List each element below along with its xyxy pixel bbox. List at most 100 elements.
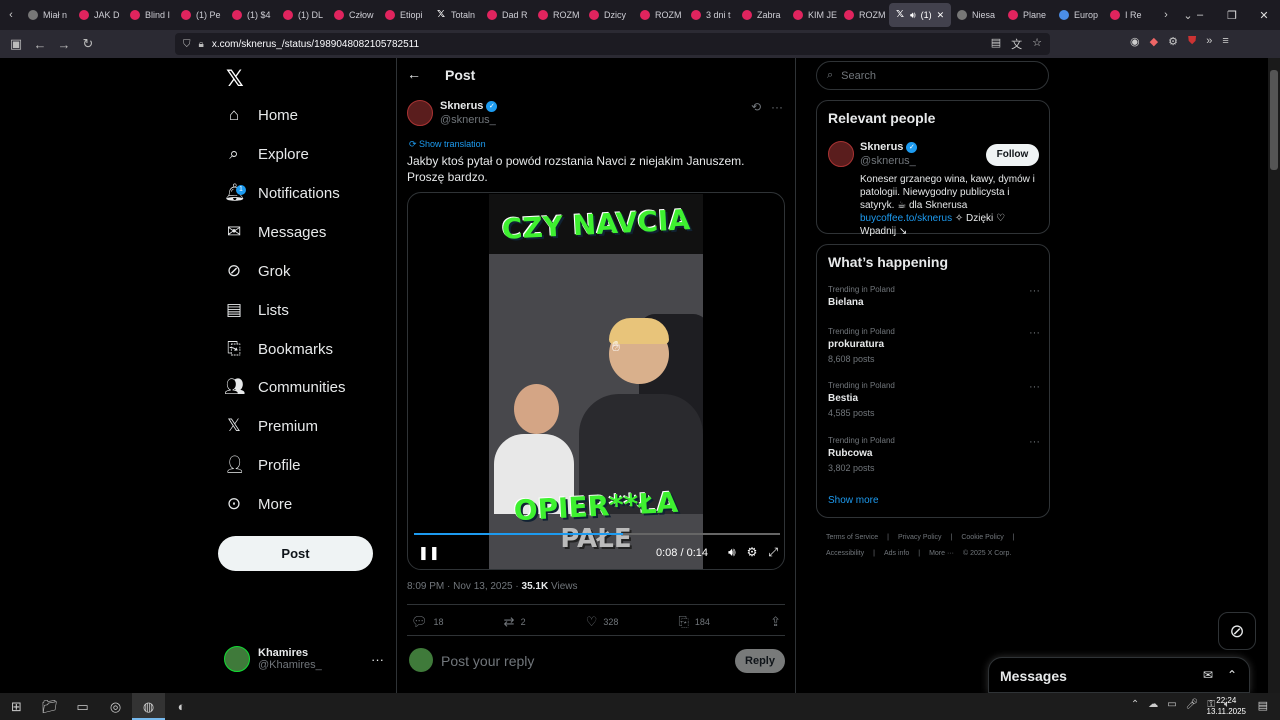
tab-label[interactable]: Człow bbox=[349, 10, 374, 20]
tab-label[interactable]: Zabra bbox=[757, 10, 781, 20]
more-icon[interactable]: ··· bbox=[1029, 381, 1040, 393]
video-frame[interactable]: CZY NAVCIA OPIER**ŁA PAŁE bbox=[489, 194, 703, 569]
tab-label[interactable]: KIM JE bbox=[808, 10, 837, 20]
browser-tab[interactable]: Europ bbox=[1053, 3, 1104, 27]
tab-label[interactable]: Niesa bbox=[972, 10, 995, 20]
url-text[interactable]: x.com/sknerus_/status/198904808210578251… bbox=[212, 39, 419, 50]
sidebar-item-grok[interactable]: ⊘ Grok bbox=[224, 256, 291, 286]
search-input[interactable]: ⌕ Search bbox=[816, 61, 1049, 90]
close-window-icon[interactable]: ✕ bbox=[1248, 9, 1280, 22]
search-placeholder[interactable]: Search bbox=[841, 70, 876, 82]
expand-up-icon[interactable]: ⌃ bbox=[1227, 668, 1237, 682]
fox-extension-icon[interactable]: ◆ bbox=[1150, 35, 1158, 48]
system-clock[interactable]: 22:24 13.11.2025 bbox=[1207, 695, 1246, 717]
avatar[interactable] bbox=[828, 141, 854, 167]
translate-icon[interactable]: 文 bbox=[1011, 36, 1022, 52]
extensions-icon[interactable]: ⚙ bbox=[1168, 35, 1178, 48]
browser-tab[interactable]: Blind I bbox=[124, 3, 175, 27]
video-progress-bar[interactable] bbox=[414, 533, 780, 535]
browser-tab[interactable]: ROZM bbox=[838, 3, 889, 27]
tab-label[interactable]: JAK D bbox=[94, 10, 120, 20]
sidebar-item-communities[interactable]: 👥︎ Communities bbox=[224, 372, 346, 402]
footer-link[interactable]: © 2025 X Corp. bbox=[963, 546, 1011, 562]
tab-label[interactable]: Plane bbox=[1023, 10, 1046, 20]
tab-label[interactable]: 3 dni t bbox=[706, 10, 731, 20]
reader-view-icon[interactable]: ▤ bbox=[991, 36, 1001, 52]
sidebar-item-home[interactable]: ⌂ Home bbox=[224, 100, 298, 130]
relevant-person-name-text[interactable]: Sknerus bbox=[860, 141, 903, 153]
show-more-link[interactable]: Show more bbox=[828, 495, 879, 506]
browser-app-icon[interactable]: ◐ bbox=[165, 693, 198, 720]
browser-tab[interactable]: Etiopi bbox=[379, 3, 430, 27]
shield-icon[interactable]: ⛉ bbox=[183, 39, 191, 50]
fullscreen-icon[interactable]: ⤢ bbox=[768, 545, 778, 560]
trend-item[interactable]: Trending in Poland Bestia 4,585 posts ··· bbox=[828, 381, 1040, 418]
app-window-icon[interactable]: ▭ bbox=[66, 693, 99, 720]
tab-label[interactable]: Europ bbox=[1074, 10, 1098, 20]
reload-icon[interactable]: ↻ bbox=[76, 36, 100, 52]
tab-scroll-left-icon[interactable]: ‹ bbox=[0, 9, 22, 21]
post-timestamp[interactable]: 8:09 PM · Nov 13, 2025 · bbox=[407, 581, 522, 592]
author-name-text[interactable]: Sknerus bbox=[440, 100, 483, 112]
hamburger-menu-icon[interactable]: ≡ bbox=[1222, 35, 1228, 48]
vpn-extension-icon[interactable]: ◉ bbox=[1130, 35, 1140, 48]
sidebar-item-explore[interactable]: ⌕ Explore bbox=[224, 139, 309, 169]
browser-tab[interactable]: Zabra bbox=[736, 3, 787, 27]
browser-tab[interactable]: JAK D bbox=[73, 3, 124, 27]
back-arrow-icon[interactable]: ← bbox=[407, 66, 421, 82]
reply-submit-button[interactable]: Reply bbox=[735, 649, 785, 673]
browser-tab[interactable]: KIM JE bbox=[787, 3, 838, 27]
bio-link[interactable]: buycoffee.to/sknerus bbox=[860, 213, 952, 224]
post-button[interactable]: Post bbox=[218, 536, 373, 571]
footer-link[interactable]: Accessibility bbox=[826, 546, 864, 562]
settings-gear-icon[interactable]: ⚙ bbox=[747, 545, 758, 560]
browser-tab[interactable]: 3 dni t bbox=[685, 3, 736, 27]
more-icon[interactable]: ··· bbox=[1029, 285, 1040, 297]
audio-playing-icon[interactable]: 🔊︎ bbox=[910, 10, 916, 21]
scrollbar-thumb[interactable] bbox=[1270, 70, 1278, 170]
reply-button[interactable]: 💬︎ 18 bbox=[411, 614, 444, 630]
browser-tab[interactable]: Dad R bbox=[481, 3, 532, 27]
sidebar-item-notifications[interactable]: 🔔︎ 1 Notifications bbox=[224, 178, 340, 208]
trend-item[interactable]: Trending in Poland Bielana ··· bbox=[828, 285, 1040, 312]
sidebar-item-more[interactable]: ⊙ More bbox=[224, 489, 292, 519]
share-button[interactable]: ⇪ bbox=[770, 614, 781, 630]
start-windows-icon[interactable]: ⊞ bbox=[0, 693, 33, 720]
tab-label[interactable]: (1) bbox=[921, 10, 932, 20]
footer-link[interactable]: More ··· bbox=[929, 546, 954, 562]
show-translation-link[interactable]: ⟳ Show translation bbox=[409, 139, 486, 150]
ublock-extension-icon[interactable]: ⛊ bbox=[1188, 35, 1196, 48]
file-explorer-icon[interactable]: 📁︎ bbox=[33, 693, 66, 720]
steam-icon[interactable]: ◎ bbox=[99, 693, 132, 720]
tab-label[interactable]: Blind I bbox=[145, 10, 170, 20]
tab-label[interactable]: Totaln bbox=[451, 10, 475, 20]
minimize-icon[interactable]: – bbox=[1184, 9, 1216, 21]
sidebar-toggle-icon[interactable]: ▣ bbox=[4, 36, 28, 52]
tab-label[interactable]: I Re bbox=[1125, 10, 1142, 20]
firefox-icon[interactable]: ◍ bbox=[132, 693, 165, 720]
follow-button[interactable]: Follow bbox=[986, 144, 1039, 166]
page-scrollbar[interactable] bbox=[1268, 58, 1280, 693]
restore-icon[interactable]: ❐ bbox=[1216, 9, 1248, 22]
tab-label[interactable]: (1) DL bbox=[298, 10, 323, 20]
footer-link[interactable]: Privacy Policy bbox=[898, 530, 942, 546]
footer-link[interactable]: Terms of Service bbox=[826, 530, 878, 546]
more-icon[interactable]: ··· bbox=[771, 100, 783, 114]
author-handle[interactable]: @sknerus_ bbox=[440, 114, 496, 126]
sidebar-item-profile[interactable]: 👤︎ Profile bbox=[224, 450, 301, 480]
volume-icon[interactable]: 🔊︎ bbox=[728, 545, 736, 560]
browser-tab[interactable]: ROZM bbox=[532, 3, 583, 27]
author-name[interactable]: Sknerus ✓ bbox=[440, 100, 498, 112]
close-tab-icon[interactable]: ✕ bbox=[937, 10, 945, 21]
browser-tab[interactable]: Niesa bbox=[951, 3, 1002, 27]
browser-tab[interactable]: (1) Pe bbox=[175, 3, 226, 27]
trend-item[interactable]: Trending in Poland Rubcowa 3,802 posts ··· bbox=[828, 436, 1040, 473]
sidebar-item-bookmarks[interactable]: ⎘ Bookmarks bbox=[224, 334, 333, 364]
pause-icon[interactable]: ❚❚ bbox=[418, 545, 440, 561]
browser-tab[interactable]: I Re bbox=[1104, 3, 1155, 27]
notification-icon[interactable]: ▤ bbox=[1258, 699, 1268, 712]
relevant-person-handle[interactable]: @sknerus_ bbox=[860, 155, 916, 167]
more-icon[interactable]: ··· bbox=[371, 652, 384, 667]
back-arrow-icon[interactable]: ← bbox=[28, 37, 52, 52]
cloud-icon[interactable]: ☁ bbox=[1148, 699, 1158, 710]
